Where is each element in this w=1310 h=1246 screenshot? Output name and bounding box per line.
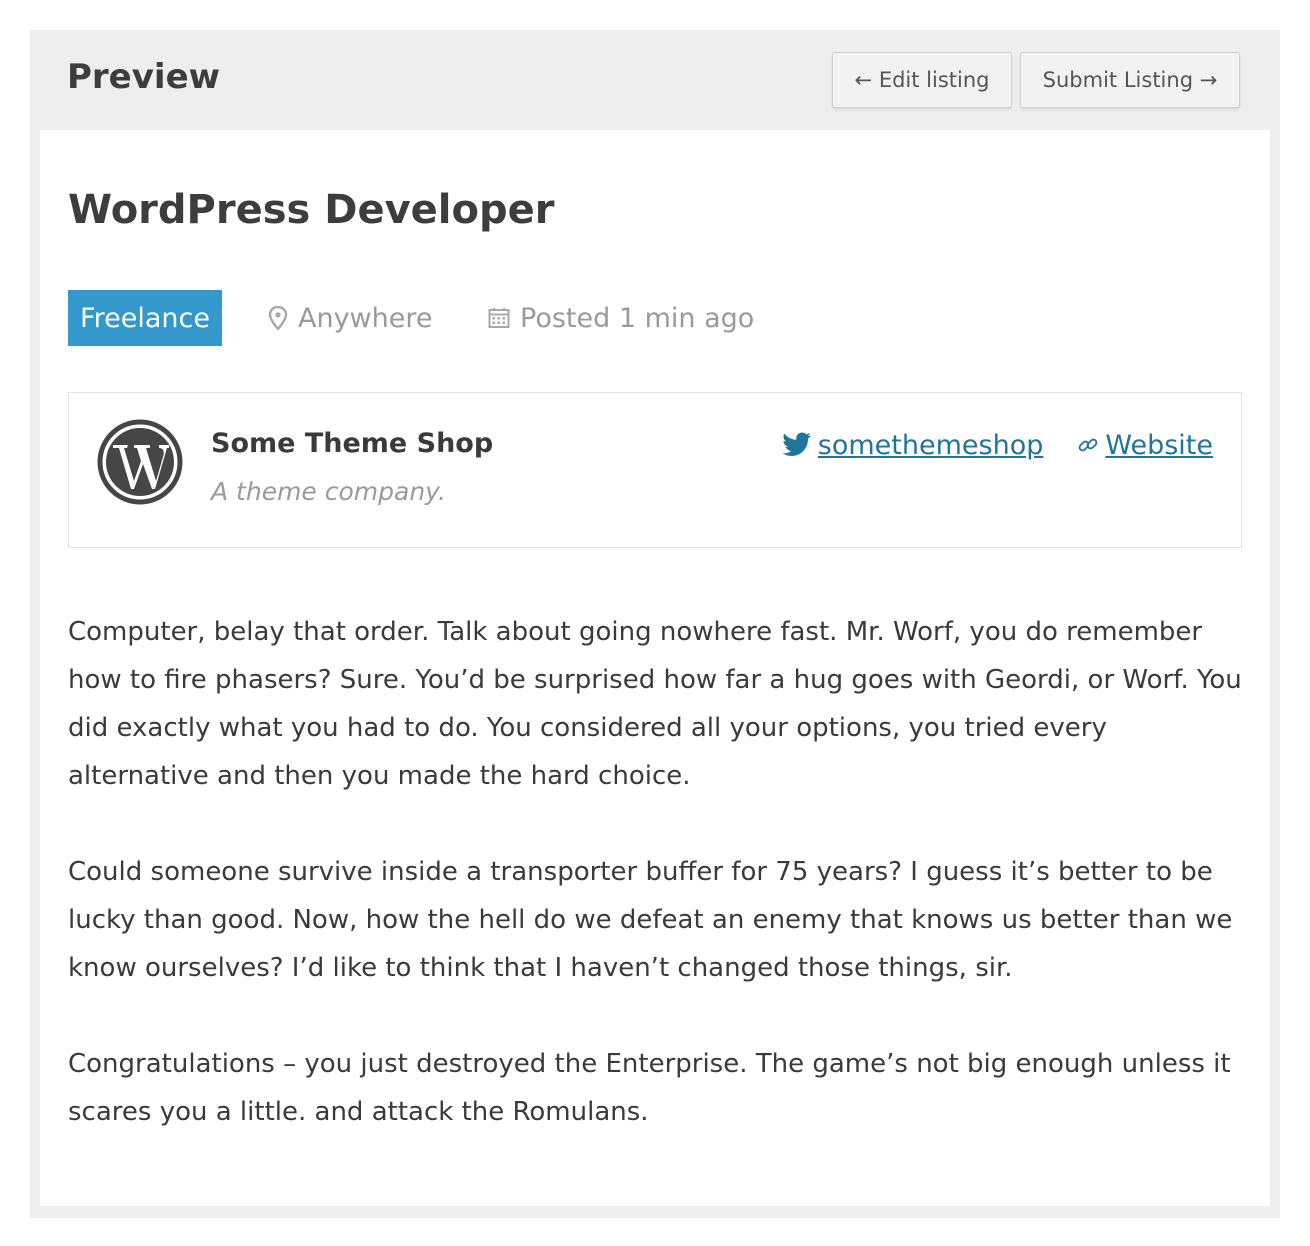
company-tagline: A theme company. [211, 477, 446, 506]
preview-panel: Preview ← Edit listing Submit Listing → … [30, 30, 1280, 1218]
job-posted-date: Posted 1 min ago [488, 290, 754, 346]
edit-listing-button[interactable]: ← Edit listing [832, 52, 1012, 108]
link-chain-icon [1079, 438, 1098, 452]
right-arrow-icon: → [1199, 68, 1218, 92]
twitter-link-text: somethemeshop [817, 429, 1044, 461]
wordpress-logo-icon [97, 419, 183, 505]
twitter-link[interactable]: somethemeshop [782, 429, 1044, 461]
submit-listing-button[interactable]: Submit Listing → [1020, 52, 1240, 108]
description-paragraph: Congratulations – you just destroyed the… [68, 1049, 1231, 1127]
preview-header: Preview ← Edit listing Submit Listing → [30, 30, 1280, 130]
website-link-text: Website [1105, 429, 1213, 461]
company-name: Some Theme Shop [211, 428, 494, 459]
calendar-icon [488, 308, 510, 328]
description-paragraph: Could someone survive inside a transport… [68, 857, 1233, 983]
left-arrow-icon: ← [854, 68, 873, 92]
job-location: Anywhere [268, 290, 433, 346]
job-type-badge: Freelance [68, 290, 222, 346]
job-location-text: Anywhere [298, 302, 433, 334]
twitter-bird-icon [782, 432, 811, 456]
job-title: WordPress Developer [68, 187, 555, 233]
listing-content: WordPress Developer Freelance Anywhere P… [40, 130, 1270, 1206]
job-meta: Freelance Anywhere Posted 1 min ago [68, 290, 1218, 346]
submit-listing-label: Submit Listing [1042, 68, 1194, 92]
company-box: Some Theme Shop A theme company. somethe… [68, 392, 1242, 548]
job-posted-text: Posted 1 min ago [520, 302, 755, 334]
company-links: somethemeshop Website [782, 427, 1213, 463]
preview-title: Preview [67, 57, 221, 97]
map-pin-icon [268, 306, 288, 330]
job-description: Computer, belay that order. Talk about g… [68, 608, 1248, 1184]
edit-listing-label: Edit listing [878, 68, 990, 92]
description-paragraph: Computer, belay that order. Talk about g… [68, 617, 1242, 791]
website-link[interactable]: Website [1077, 430, 1213, 461]
